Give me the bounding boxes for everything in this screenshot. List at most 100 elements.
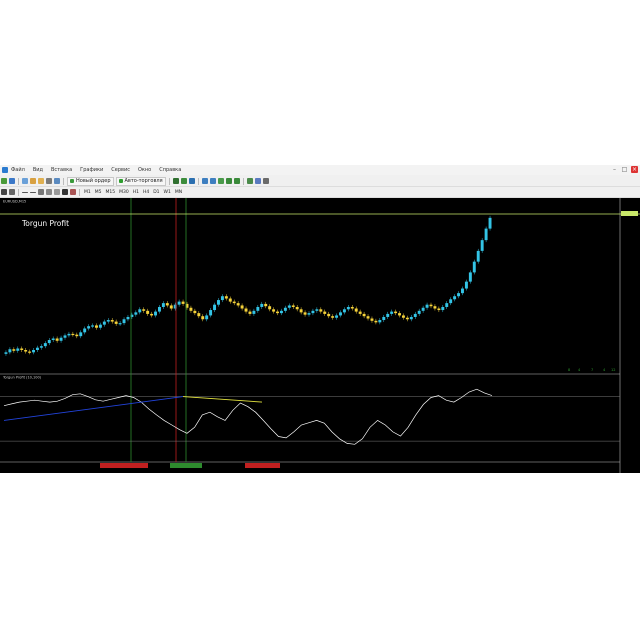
chart-shift-icon[interactable] (225, 178, 232, 184)
candle (272, 309, 276, 312)
autoscroll-icon[interactable] (233, 178, 240, 184)
candle (20, 348, 24, 351)
candle (95, 325, 98, 328)
new-order-button[interactable]: Новый ордер (67, 176, 114, 186)
bar-chart-icon[interactable] (172, 178, 179, 184)
arrow-icon[interactable] (70, 189, 76, 195)
oscillator-line (3, 388, 493, 445)
toolbar-divider (63, 177, 64, 185)
candle (28, 351, 32, 353)
menu-insert[interactable]: Вставка (51, 167, 72, 173)
candle (252, 310, 256, 314)
menu-window[interactable]: Окно (138, 167, 151, 173)
zoom-in-icon[interactable] (201, 178, 208, 184)
new-chart-icon[interactable] (1, 178, 7, 184)
tile-windows-icon[interactable] (217, 178, 224, 184)
candle (382, 316, 386, 321)
candle (409, 316, 413, 320)
timeframe-d1[interactable]: D1 (151, 190, 161, 195)
candle (279, 310, 283, 314)
horizontal-line-icon[interactable] (30, 191, 36, 193)
cursor-icon[interactable] (1, 189, 7, 195)
count-5: 12 (611, 368, 615, 372)
zoom-out-icon[interactable] (209, 178, 216, 184)
candlesticks-icon[interactable] (180, 178, 187, 184)
channel-icon[interactable] (46, 189, 52, 195)
app-logo-icon (2, 167, 8, 173)
candle (8, 349, 12, 353)
chart-canvas[interactable]: EURUSD,M15 Torgun Profit Torgun Profit (… (0, 198, 640, 473)
data-window-icon[interactable] (30, 178, 36, 184)
close-icon[interactable]: × (631, 166, 638, 173)
timeframe-m30[interactable]: M30 (117, 190, 131, 195)
candle (441, 306, 445, 311)
candle (165, 303, 169, 306)
timeframe-mn[interactable]: MN (173, 190, 184, 195)
periods-icon[interactable] (254, 178, 261, 184)
timeframe-m5[interactable]: M5 (93, 190, 104, 195)
timeframe-h4[interactable]: H4 (141, 190, 151, 195)
candle (260, 303, 264, 307)
candle (417, 310, 421, 314)
menu-tools[interactable]: Сервис (111, 167, 130, 173)
menu-charts[interactable]: Графики (80, 167, 103, 173)
candle (98, 324, 102, 328)
candle (39, 346, 43, 348)
candle (358, 311, 362, 314)
candle (134, 312, 138, 315)
timeframe-m1[interactable]: M1 (82, 190, 93, 195)
terminal-icon[interactable] (46, 178, 52, 184)
minimize-icon[interactable]: – (611, 166, 618, 173)
market-watch-icon[interactable] (22, 178, 28, 184)
candle (433, 306, 437, 309)
maximize-icon[interactable]: □ (621, 166, 628, 173)
fibonacci-icon[interactable] (54, 189, 60, 195)
candle (209, 310, 213, 316)
candle (63, 335, 67, 338)
candle (193, 310, 197, 314)
time-marker-red-2 (245, 463, 280, 468)
chart-watermark: Torgun Profit (21, 219, 69, 228)
candle (283, 307, 287, 311)
autotrading-label: Авто-торговля (124, 178, 163, 184)
templates-icon[interactable] (262, 178, 269, 184)
candle (378, 320, 382, 323)
candle (287, 305, 291, 308)
trendline-icon[interactable] (38, 189, 44, 195)
vertical-line-icon[interactable] (22, 191, 28, 193)
candle (457, 293, 461, 297)
candle (122, 319, 126, 324)
menu-file[interactable]: Файл (11, 167, 25, 173)
timeframe-m15[interactable]: M15 (104, 190, 118, 195)
candle (32, 350, 35, 353)
menu-view[interactable]: Вид (33, 167, 43, 173)
candle (201, 316, 205, 320)
autotrading-button[interactable]: Авто-торговля (115, 176, 166, 186)
chart-window[interactable]: EURUSD,M15 Torgun Profit Torgun Profit (… (0, 198, 640, 473)
candle (425, 304, 429, 308)
candle (401, 315, 405, 318)
standard-toolbar: Новый ордер Авто-торговля (0, 176, 640, 187)
text-icon[interactable] (62, 189, 68, 195)
line-chart-icon[interactable] (188, 178, 195, 184)
tester-icon[interactable] (54, 178, 60, 184)
timeframe-w1[interactable]: W1 (162, 190, 173, 195)
timeframe-h1[interactable]: H1 (131, 190, 141, 195)
candle (339, 312, 342, 316)
menu-help[interactable]: Справка (159, 167, 181, 173)
candle (323, 311, 327, 314)
candle (16, 348, 20, 351)
candle (181, 301, 185, 304)
oscillator-group (0, 388, 620, 445)
indicators-icon[interactable] (246, 178, 253, 184)
profiles-icon[interactable] (9, 178, 15, 184)
menu-bar: Файл Вид Вставка Графики Сервис Окно Спр… (0, 165, 640, 175)
crosshair-icon[interactable] (9, 189, 15, 195)
candle (177, 301, 181, 305)
candle (126, 316, 130, 320)
candle (484, 228, 488, 241)
navigator-icon[interactable] (38, 178, 44, 184)
candle (476, 250, 480, 262)
new-order-label: Новый ордер (76, 178, 111, 184)
candle (142, 309, 146, 311)
